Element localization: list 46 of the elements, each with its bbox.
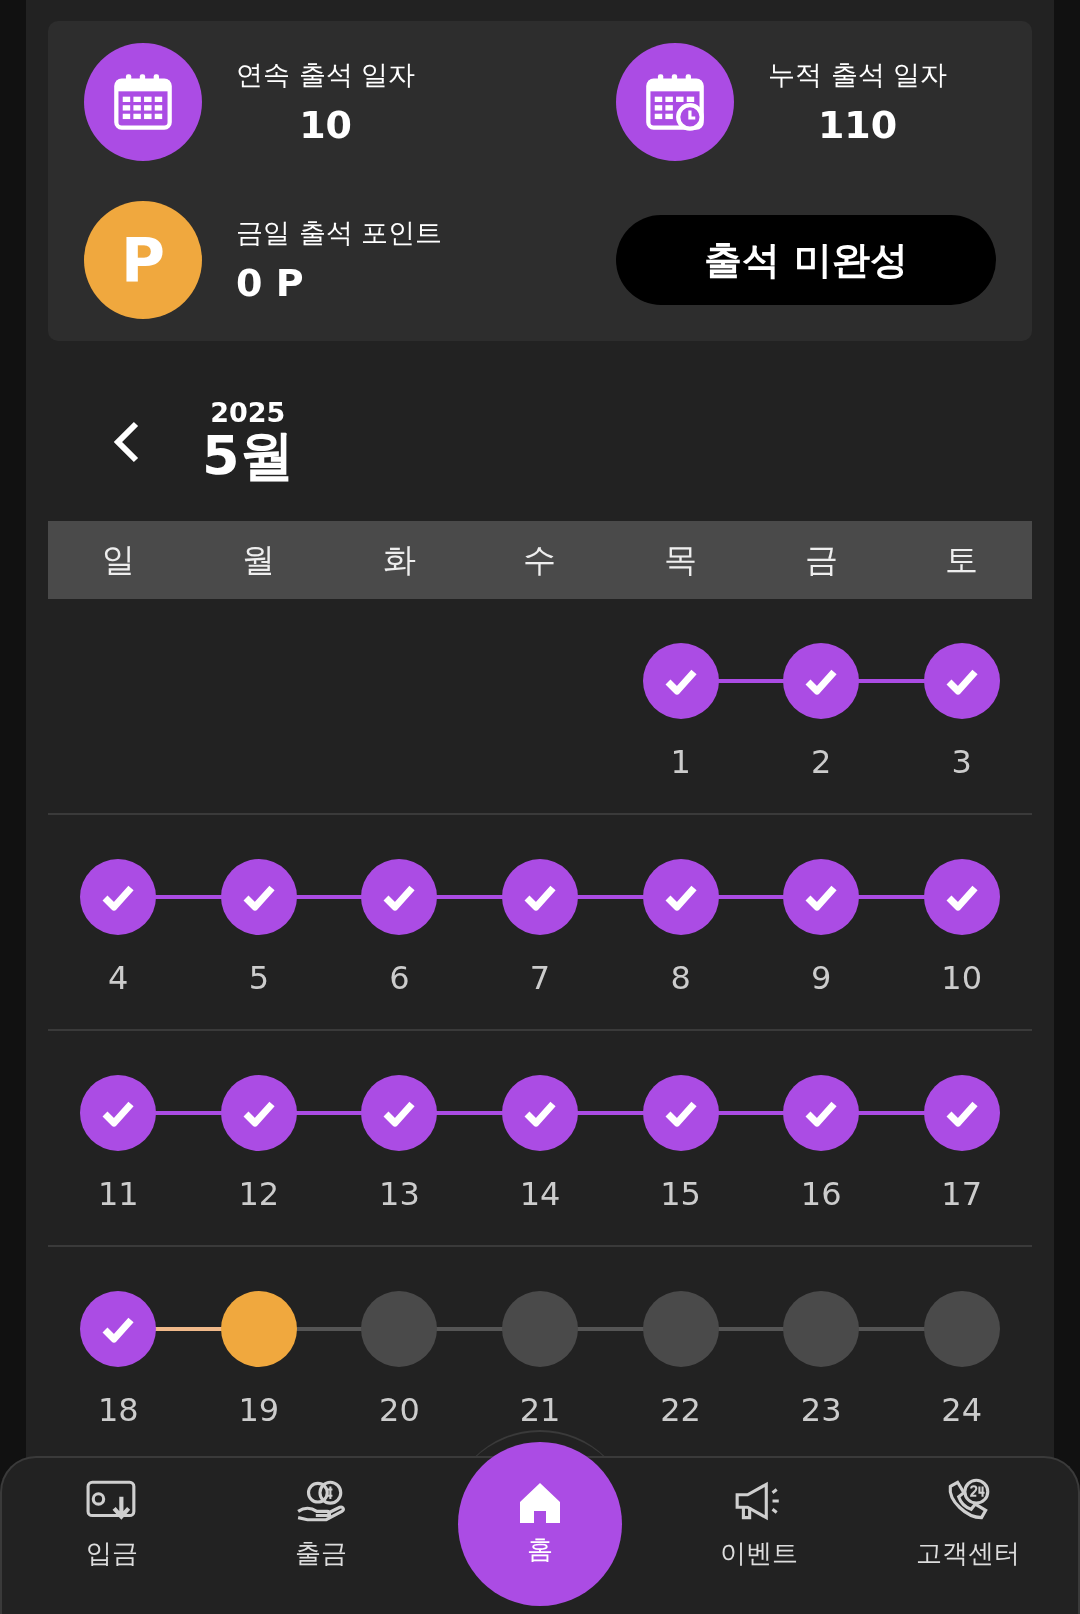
day-number: 3 bbox=[951, 743, 972, 781]
weekday-label: 목 bbox=[663, 538, 699, 581]
day-number: 15 bbox=[660, 1175, 701, 1213]
day-number: 16 bbox=[800, 1175, 842, 1213]
day-number: 8 bbox=[670, 959, 691, 997]
day-number: 20 bbox=[379, 1391, 420, 1429]
attendance-button[interactable]: 출석 미완성 bbox=[616, 215, 996, 305]
weekday-label: 월 bbox=[241, 538, 277, 581]
day-number: 21 bbox=[519, 1391, 561, 1429]
day-number: 23 bbox=[800, 1391, 842, 1429]
home-icon bbox=[517, 1480, 563, 1526]
day-number: 14 bbox=[519, 1175, 561, 1213]
weekday-label: 일 bbox=[100, 538, 136, 581]
day-number: 11 bbox=[97, 1175, 139, 1213]
weekday-label: 금 bbox=[803, 538, 839, 581]
stat-label: 누적 출석 일자 bbox=[768, 58, 948, 92]
weekday-label: 토 bbox=[944, 538, 980, 581]
day-number: 10 bbox=[941, 959, 983, 997]
stat-value: 10 bbox=[298, 103, 354, 147]
day-number: 7 bbox=[529, 959, 551, 997]
points-label: 금일 출석 포인트 bbox=[236, 216, 443, 250]
points-value: 0 P bbox=[236, 261, 305, 305]
day-number: 12 bbox=[238, 1175, 280, 1213]
day-number: 6 bbox=[389, 959, 410, 997]
day-number: 17 bbox=[941, 1175, 983, 1213]
stat-label: 연속 출석 일자 bbox=[236, 58, 416, 92]
day-number: 19 bbox=[238, 1391, 280, 1429]
stat-value: 110 bbox=[816, 103, 899, 147]
day-number: 5 bbox=[248, 959, 270, 997]
nav-item[interactable]: 출금 bbox=[216, 1456, 426, 1614]
nav-item[interactable]: 이벤트 bbox=[654, 1456, 864, 1614]
points-badge: P bbox=[84, 201, 202, 319]
day-number: 22 bbox=[660, 1391, 701, 1429]
day-number: 13 bbox=[379, 1175, 420, 1213]
year-label: 2025 bbox=[210, 398, 286, 426]
nav-item[interactable]: 입금 bbox=[8, 1456, 217, 1614]
day-number: 1 bbox=[670, 743, 691, 781]
day-number: 9 bbox=[810, 959, 832, 997]
nav-item[interactable]: 고객센터 bbox=[863, 1456, 1072, 1614]
day-number: 24 bbox=[941, 1391, 983, 1429]
weekday-label: 수 bbox=[522, 538, 558, 581]
day-number: 4 bbox=[108, 959, 129, 997]
weekday-label: 화 bbox=[381, 538, 417, 581]
month-title: 5월 bbox=[202, 425, 294, 486]
day-number: 18 bbox=[97, 1391, 139, 1429]
day-number: 2 bbox=[810, 743, 832, 781]
